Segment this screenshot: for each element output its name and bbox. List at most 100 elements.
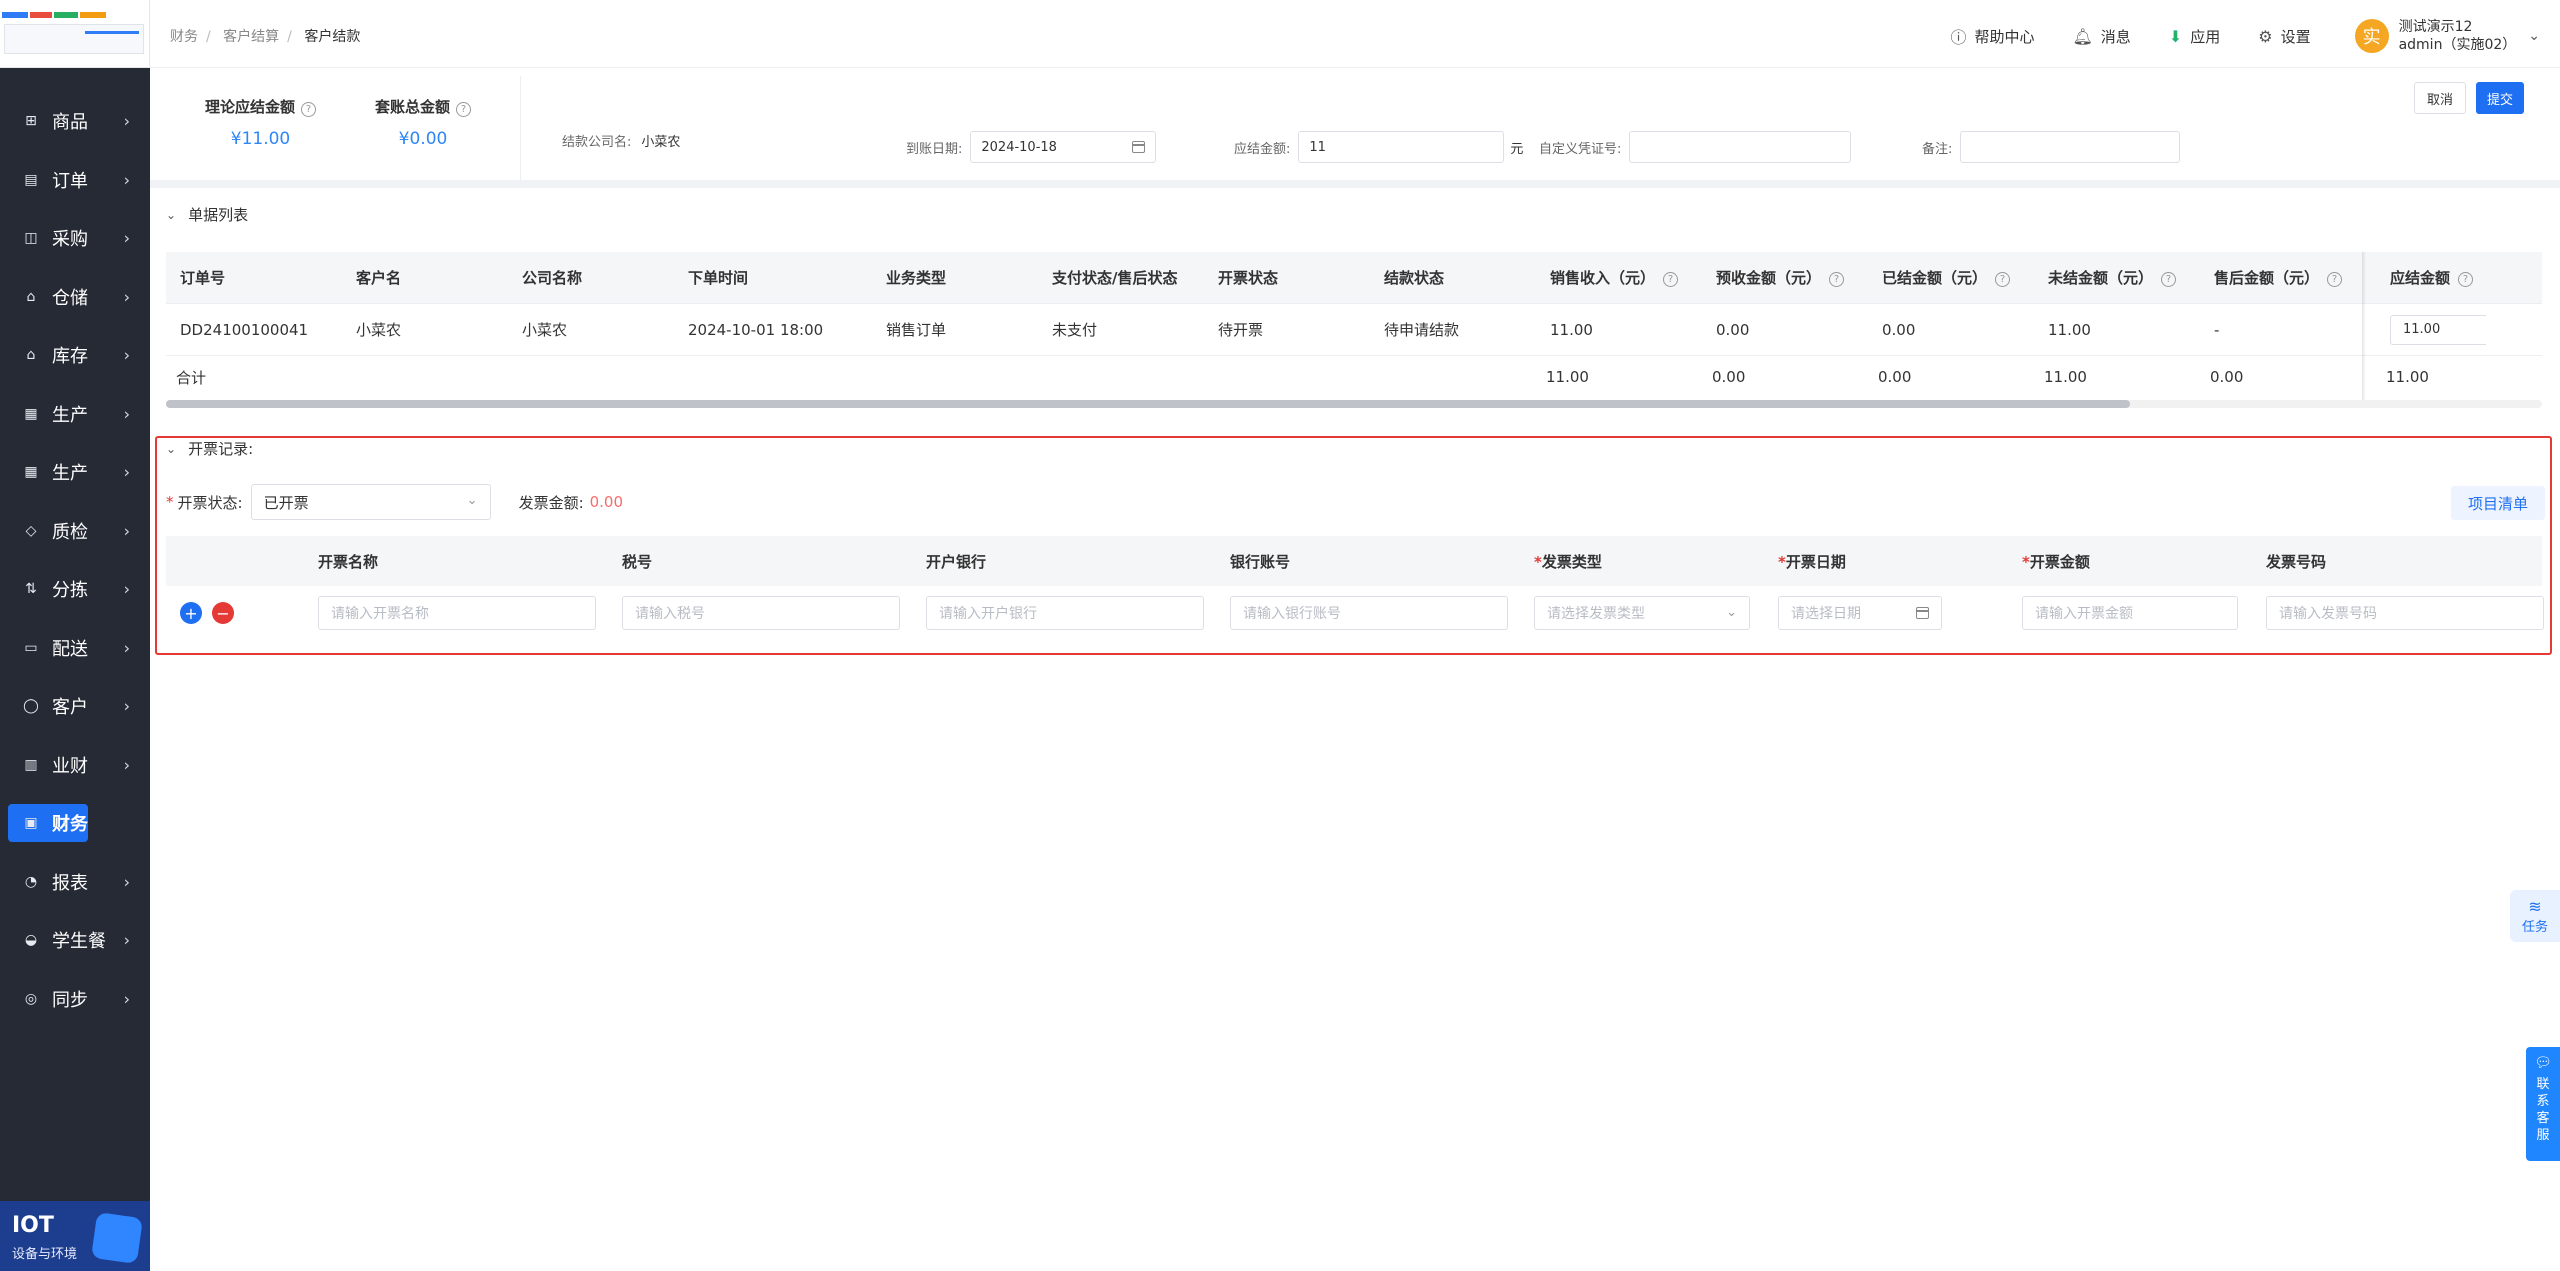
chevron-right-icon: ›: [123, 930, 130, 950]
help-center-button[interactable]: ⓘ 帮助中心: [1950, 24, 2034, 48]
breadcrumb-item-current: 客户结款: [304, 29, 361, 45]
invoice-name-input[interactable]: 请输入开票名称: [318, 596, 596, 630]
project-list-button[interactable]: 项目清单: [2451, 486, 2545, 520]
column-header: 售后金额（元）?: [2200, 267, 2376, 288]
bills-section-title: 单据列表: [188, 206, 249, 224]
avatar: 实: [2354, 19, 2389, 53]
sidebar-item-3[interactable]: ⌂ 仓储 ›: [0, 268, 150, 327]
invoice-section-toggle[interactable]: ⌄ 开票记录:: [166, 438, 253, 459]
apps-label: 应用: [2190, 27, 2221, 46]
factory-icon: ▦: [24, 405, 38, 422]
invoice-type-select[interactable]: 请选择发票类型 ⌄: [1534, 596, 1750, 630]
question-icon[interactable]: ?: [2458, 272, 2474, 287]
task-label: 任务: [2521, 920, 2548, 935]
invoice-amount-label: 发票金额:: [518, 493, 584, 512]
column-header-label: 销售收入（元）: [1550, 269, 1656, 287]
date-input[interactable]: 2024-10-18: [970, 131, 1157, 163]
bank-input[interactable]: 请输入开户银行: [926, 596, 1204, 630]
sidebar-item-13[interactable]: ◔ 报表 ›: [0, 853, 150, 912]
sidebar-item-8[interactable]: ⇅ 分拣 ›: [0, 560, 150, 619]
sidebar-item-5[interactable]: ▦ 生产 ›: [0, 385, 150, 444]
chevron-right-icon: ›: [123, 872, 130, 892]
column-header: 客户名: [342, 267, 508, 288]
sidebar-item-label: 订单: [52, 170, 88, 192]
sidebar-item-7[interactable]: ◇ 质检 ›: [0, 502, 150, 561]
remark-input[interactable]: [1960, 131, 2181, 163]
help-circle-icon: ⓘ: [1950, 28, 1967, 47]
logo-thumbnail[interactable]: [0, 0, 150, 68]
breadcrumb-item-customer-settlement[interactable]: 客户结算: [223, 29, 279, 45]
invoice-table-header: 开票名称 税号 开户银行 银行账号 *发票类型 *开票日期 *开票金额 发票号码: [166, 536, 2542, 586]
sidebar-item-label: 同步: [52, 989, 88, 1011]
sidebar-item-6[interactable]: ▦ 生产 ›: [0, 443, 150, 502]
required-mark: *: [166, 493, 174, 511]
horizontal-scrollbar[interactable]: [166, 400, 2542, 408]
sidebar-item-15[interactable]: ◎ 同步 ›: [0, 970, 150, 1029]
invoice-date-picker[interactable]: 请选择日期: [1778, 596, 1942, 630]
sidebar-item-2[interactable]: ◫ 采购 ›: [0, 209, 150, 268]
chevron-right-icon: ›: [123, 404, 130, 424]
invoice-amount-input[interactable]: 请输入开票金额: [2022, 596, 2238, 630]
invoice-status-select[interactable]: 已开票 ⌄: [250, 484, 491, 520]
sidebar-item-label: 财务: [52, 814, 88, 836]
column-header: 支付状态/售后状态: [1038, 267, 1204, 288]
chart-icon: ▥: [24, 756, 38, 773]
apps-button[interactable]: ⬇ 应用: [2169, 26, 2220, 47]
bills-section-toggle[interactable]: ⌄ 单据列表: [166, 204, 248, 225]
wallet-icon: ▣: [24, 815, 38, 832]
chevron-down-icon: ⌄: [466, 493, 478, 508]
settle-amount-input[interactable]: 11.00: [2390, 314, 2486, 345]
question-icon[interactable]: ?: [1995, 272, 2011, 287]
chevron-right-icon: ›: [123, 345, 130, 365]
table-row: DD24100100041 小菜农 小菜农 2024-10-01 18:00 销售订单 未…: [166, 304, 2542, 356]
add-row-icon[interactable]: +: [180, 602, 202, 624]
voucher-input[interactable]: [1629, 131, 1852, 163]
submit-button[interactable]: 提交: [2476, 82, 2524, 114]
sidebar-item-1[interactable]: ▤ 订单 ›: [0, 151, 150, 210]
question-icon[interactable]: ?: [301, 102, 317, 117]
table-cell: 0.00: [1716, 320, 1750, 339]
question-icon[interactable]: ?: [2327, 272, 2343, 287]
tax-number-input[interactable]: 请输入税号: [622, 596, 900, 630]
sidebar-item-label: 配送: [52, 638, 88, 660]
settings-button[interactable]: ⚙ 设置: [2258, 26, 2310, 47]
sidebar-item-9[interactable]: ▭ 配送 ›: [0, 619, 150, 678]
sidebar-item-0[interactable]: ⊞ 商品 ›: [0, 92, 150, 151]
sidebar-item-14[interactable]: ◒ 学生餐 ›: [0, 911, 150, 970]
app-download-icon: ⬇: [2168, 26, 2183, 46]
user-menu[interactable]: 实 测试演示12 admin（实施02） ⌄: [2354, 18, 2540, 54]
question-icon[interactable]: ?: [2161, 272, 2177, 287]
sidebar-item-10[interactable]: ◯ 客户 ›: [0, 677, 150, 736]
chevron-right-icon: ›: [123, 989, 130, 1009]
column-header: 已结金额（元）?: [1868, 267, 2034, 288]
scrollbar-thumb[interactable]: [166, 400, 2130, 408]
table-cell: 待开票: [1218, 321, 1264, 339]
sidebar-item-4[interactable]: ⌂ 库存 ›: [0, 326, 150, 385]
total-cell: 11.00: [2386, 368, 2429, 386]
remove-row-icon[interactable]: −: [212, 602, 234, 624]
invoice-number-input[interactable]: 请输入发票号码: [2266, 596, 2544, 630]
invoice-column-header: *发票类型: [1518, 551, 1762, 572]
breadcrumb-item-finance[interactable]: 财务: [170, 29, 198, 45]
task-float-button[interactable]: ≋ 任务: [2510, 890, 2560, 942]
sidebar-item-12[interactable]: ▣ 财务 ›: [8, 804, 88, 843]
iot-panel[interactable]: IOT 设备与环境: [0, 1201, 150, 1271]
column-header-label: 客户名: [356, 269, 402, 287]
amount-field: 应结金额: 11 元: [1234, 131, 1523, 163]
invoice-status-label: 开票状态:: [177, 493, 243, 512]
sidebar-item-11[interactable]: ▥ 业财 ›: [0, 736, 150, 795]
total-cell: 11.00: [2044, 368, 2087, 386]
customer-service-button[interactable]: 💬︎ 联 系 客 服: [2526, 1047, 2560, 1161]
bank-account-input[interactable]: 请输入银行账号: [1230, 596, 1508, 630]
amount-input[interactable]: 11: [1298, 131, 1505, 163]
question-icon[interactable]: ?: [1829, 272, 1845, 287]
calendar-icon: [1132, 141, 1146, 153]
question-icon[interactable]: ?: [456, 102, 472, 117]
clipboard-icon: ▤: [24, 171, 38, 188]
cancel-button[interactable]: 取消: [2414, 82, 2466, 114]
question-icon[interactable]: ?: [1663, 272, 1679, 287]
total-cell: 0.00: [1712, 368, 1746, 386]
messages-button[interactable]: 🔔︎ 消息: [2072, 26, 2130, 47]
invoice-column-label: 开户银行: [926, 552, 987, 571]
chevron-right-icon: ›: [123, 579, 130, 599]
